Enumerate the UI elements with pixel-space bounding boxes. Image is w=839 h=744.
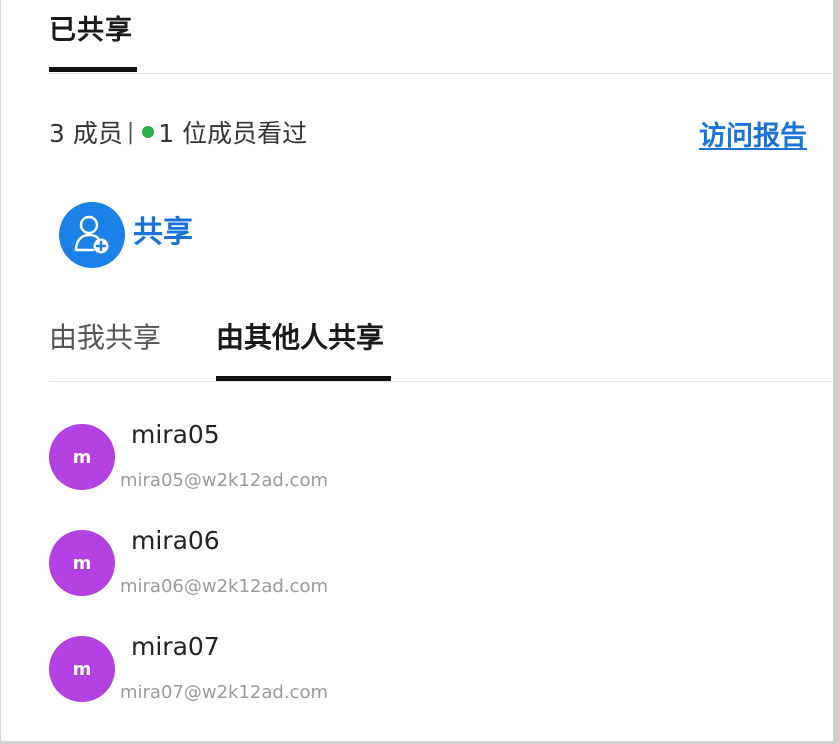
- avatar: m: [49, 530, 115, 596]
- list-item-member[interactable]: m mira07 mira07@w2k12ad.com: [49, 632, 549, 712]
- member-email: mira07@w2k12ad.com: [120, 682, 328, 703]
- shared-panel: 已共享 3 成员 | 1 位成员看过 访问报告 共享 由我共享 由其他人共享 m…: [0, 0, 839, 744]
- member-name: mira07: [131, 632, 220, 661]
- tab-shared-by-me[interactable]: 由我共享: [49, 316, 161, 356]
- viewed-status-dot-icon: [142, 126, 155, 138]
- add-user-icon: [59, 202, 125, 268]
- tab-shared[interactable]: 已共享: [49, 8, 133, 47]
- member-name: mira06: [131, 526, 220, 555]
- tab-shared-by-others[interactable]: 由其他人共享: [216, 316, 384, 356]
- access-report-link[interactable]: 访问报告: [699, 114, 807, 153]
- list-item-member[interactable]: m mira06 mira06@w2k12ad.com: [49, 526, 549, 606]
- list-item-member[interactable]: m mira05 mira05@w2k12ad.com: [49, 420, 549, 500]
- share-button-label: 共享: [133, 215, 193, 250]
- member-name: mira05: [131, 420, 220, 449]
- avatar: m: [49, 636, 115, 702]
- share-button[interactable]: 共享: [59, 202, 193, 268]
- viewed-count: 1 位成员看过: [158, 119, 308, 148]
- member-count: 3 成员: [49, 119, 123, 148]
- summary-separator: |: [126, 119, 135, 145]
- member-email: mira06@w2k12ad.com: [120, 576, 328, 597]
- subtab-divider: [49, 381, 833, 382]
- avatar: m: [49, 424, 115, 490]
- header-divider: [49, 73, 833, 74]
- members-summary: 3 成员 | 1 位成员看过: [49, 114, 307, 150]
- active-tab-indicator: [49, 67, 137, 72]
- member-email: mira05@w2k12ad.com: [120, 470, 328, 491]
